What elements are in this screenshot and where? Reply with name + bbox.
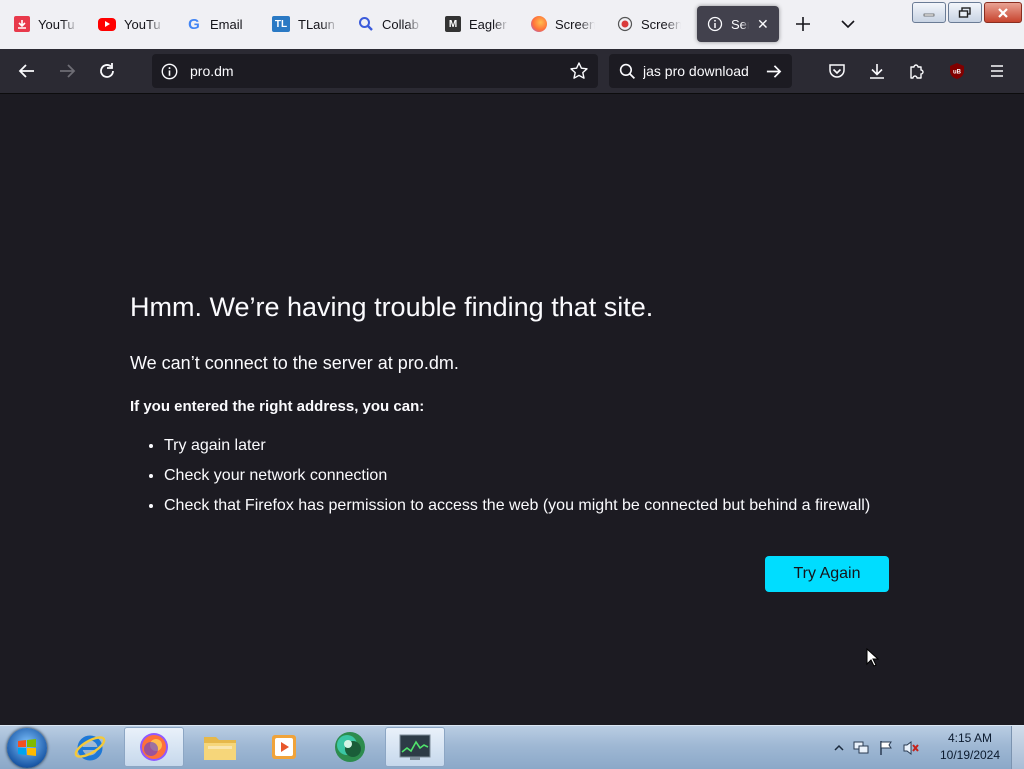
start-button[interactable] (7, 728, 47, 768)
list-item: Check your network connection (164, 461, 870, 491)
downloads-button[interactable] (865, 59, 889, 83)
list-item: Check that Firefox has permission to acc… (164, 491, 870, 521)
tab-screen-1[interactable]: Screen (521, 6, 603, 42)
clock-date: 10/19/2024 (939, 748, 1001, 762)
window-controls (912, 2, 1022, 23)
tab-eagler[interactable]: M Eagler (435, 6, 517, 42)
action-center-flag-icon[interactable] (878, 740, 894, 756)
youtube-icon (98, 17, 116, 31)
arrow-right-icon (60, 64, 76, 78)
firefox-taskbar-button[interactable] (124, 727, 184, 767)
clock-time: 4:15 AM (947, 731, 993, 745)
info-icon (707, 16, 723, 32)
tab-close-icon[interactable]: ✕ (757, 16, 769, 33)
url-text[interactable]: pro.dm (190, 63, 234, 79)
tab-email[interactable]: G Email (176, 6, 258, 42)
record-icon (617, 16, 633, 32)
firefox-icon (531, 16, 547, 32)
plus-icon (796, 17, 810, 31)
minimize-button[interactable] (912, 2, 946, 23)
firefox-icon (140, 733, 168, 761)
windows-logo-icon (18, 739, 36, 756)
list-all-tabs-button[interactable] (836, 12, 860, 36)
restore-button[interactable] (948, 2, 982, 23)
tab-youtube-download[interactable]: YouTu (4, 6, 86, 42)
google-icon: G (188, 15, 200, 33)
reload-icon (100, 63, 114, 78)
tab-title: Email (210, 16, 243, 32)
go-arrow-icon[interactable] (765, 63, 782, 80)
extensions-button[interactable] (905, 59, 929, 83)
arrow-left-icon (18, 64, 34, 78)
task-manager-taskbar-button[interactable] (385, 727, 445, 767)
task-manager-icon (399, 734, 431, 760)
error-suggestions-heading: If you entered the right address, you ca… (130, 398, 425, 415)
back-button[interactable] (15, 59, 39, 83)
error-title: Hmm. We’re having trouble finding that s… (130, 292, 654, 322)
address-bar[interactable]: pro.dm (152, 54, 598, 88)
search-input[interactable]: jas pro download (643, 63, 761, 79)
new-tab-button[interactable] (791, 12, 815, 36)
tab-collab[interactable]: Collab (348, 6, 430, 42)
bookmark-star-icon[interactable] (569, 61, 589, 81)
tlauncher-icon: TL (272, 16, 290, 32)
svg-text:uB: uB (953, 70, 962, 76)
reload-button[interactable] (95, 59, 119, 83)
tab-server-not-found[interactable]: Ser ✕ (697, 6, 779, 42)
app-icon (335, 732, 365, 762)
navigation-toolbar: pro.dm jas pro download uB (0, 49, 1024, 94)
chevron-down-icon (841, 20, 855, 29)
mouse-cursor-icon (866, 648, 880, 667)
hamburger-icon (991, 65, 1003, 77)
system-tray (834, 740, 920, 756)
media-player-icon (272, 735, 296, 759)
system-clock[interactable]: 4:15 AM 10/19/2024 (930, 730, 1010, 764)
volume-muted-icon[interactable] (902, 740, 920, 756)
try-again-button[interactable]: Try Again (765, 556, 889, 592)
show-hidden-icons-icon[interactable] (834, 743, 844, 753)
forward-button[interactable] (55, 59, 79, 83)
pocket-icon (829, 64, 845, 78)
tab-title: TLaun (298, 16, 335, 32)
app-taskbar-button[interactable] (320, 727, 380, 767)
download-icon (14, 16, 30, 32)
search-bar[interactable]: jas pro download (609, 54, 792, 88)
search-icon (619, 63, 636, 80)
ublock-origin-icon: uB (950, 63, 964, 79)
show-desktop-button[interactable] (1011, 726, 1024, 769)
tab-bar: YouTu YouTu G Email TL TLaun Collab M Ea… (0, 0, 1024, 49)
pocket-button[interactable] (825, 59, 849, 83)
tab-title: YouTu (124, 16, 161, 32)
tab-tlauncher[interactable]: TL TLaun (262, 6, 344, 42)
tab-title: YouTu (38, 16, 75, 32)
search-icon (358, 16, 374, 32)
error-suggestions-list: Try again later Check your network conne… (130, 431, 870, 521)
tab-youtube[interactable]: YouTu (88, 6, 170, 42)
file-explorer-taskbar-button[interactable] (190, 727, 250, 767)
tab-title: Screen (555, 16, 595, 32)
tab-title: Ser (731, 16, 749, 32)
media-player-taskbar-button[interactable] (254, 727, 314, 767)
list-item: Try again later (164, 431, 870, 461)
internet-explorer-taskbar-button[interactable] (60, 727, 120, 767)
window-close-button[interactable] (984, 2, 1022, 23)
download-icon (870, 64, 884, 79)
tab-title: Screen (641, 16, 681, 32)
m-logo-icon: M (445, 16, 461, 32)
file-explorer-icon (204, 737, 236, 760)
menu-button[interactable] (985, 59, 1009, 83)
internet-explorer-icon (74, 735, 106, 761)
ublock-button[interactable]: uB (945, 59, 969, 83)
tab-title: Eagler (469, 16, 507, 32)
error-description: We can’t connect to the server at pro.dm… (130, 353, 459, 373)
tab-title: Collab (382, 16, 419, 32)
info-icon[interactable] (161, 63, 178, 80)
puzzle-icon (910, 64, 924, 79)
taskbar: 4:15 AM 10/19/2024 (0, 725, 1024, 769)
error-page: Hmm. We’re having trouble finding that s… (0, 94, 1024, 725)
network-icon[interactable] (852, 740, 870, 756)
tab-screen-2[interactable]: Screen (607, 6, 689, 42)
